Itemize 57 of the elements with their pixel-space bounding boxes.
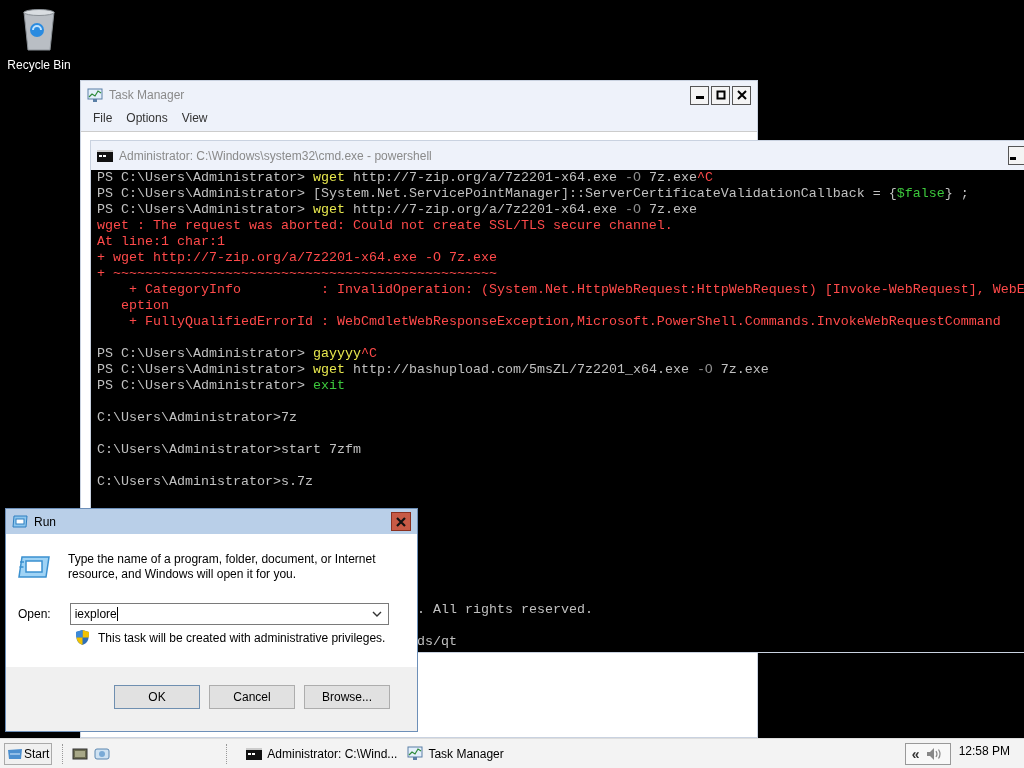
maximize-icon (715, 90, 726, 100)
dialog-message: Type the name of a program, folder, document, or Internet resource, and Windows will open it for you. (68, 552, 377, 582)
minimize-button[interactable] (690, 85, 709, 105)
console-line: eption (120, 298, 169, 313)
taskbar-button[interactable]: Task Manager (403, 741, 508, 766)
console-line: PS C:\Users\Administrator> wget http://7-zip.org/a/7z2201-x64.exe -O 7z.exe^C (97, 170, 713, 185)
console-line: C:\Users\Administrator>start 7zfm (97, 442, 361, 457)
menu-item[interactable]: File (93, 111, 113, 127)
server-icon[interactable] (72, 746, 89, 761)
console-line: At line:1 char:1 (97, 234, 225, 249)
taskbar-button[interactable]: Administrator: C:\Wind... (242, 741, 402, 766)
console-icon (97, 149, 113, 162)
clock[interactable]: 12:58 PM (958, 743, 1010, 758)
start-icon (7, 747, 23, 760)
dialog-button[interactable]: OK (114, 685, 200, 709)
close-icon (736, 90, 747, 100)
caret-icon[interactable] (372, 611, 382, 617)
console-line: wget : The request was aborted: Could not create SSL/TLS secure channel. (97, 218, 673, 233)
recycle-bin-icon[interactable] (21, 8, 57, 52)
monitor-chart-icon (407, 746, 424, 761)
shield-icon (75, 629, 90, 646)
speaker-icon[interactable] (925, 746, 944, 761)
run-icon (18, 556, 50, 578)
console-line: PS C:\Users\Administrator> wget http://bashupload.com/5msZL/7z2201_x64.exe -O 7z.exe (97, 362, 769, 377)
window-title: Administrator: C:\Windows\system32\cmd.exe - powershell (119, 148, 432, 163)
monitor-chart-icon (87, 87, 103, 103)
console-line: C:\Users\Administrator>7z (97, 410, 297, 425)
close-button[interactable] (732, 85, 751, 105)
open-combo-box[interactable]: iexplore (69, 603, 389, 625)
console-line: PS C:\Users\Administrator> gayyyy^C (97, 346, 377, 361)
dialog-button[interactable]: Cancel (209, 685, 295, 709)
console-line: + wget http://7-zip.org/a/7z2201-x64.exe -O 7z.exe (97, 250, 497, 265)
menu-item[interactable]: Options (126, 111, 168, 127)
console-line: . All rights reserved. (416, 602, 593, 617)
dialog-button[interactable]: Browse... (304, 685, 390, 709)
minimize-icon (1010, 157, 1016, 160)
maximize-button[interactable] (711, 85, 730, 105)
console-line: C:\Users\Administrator>s.7z (97, 474, 313, 489)
console-icon (246, 747, 263, 760)
admin-note: This task will be created with administrative privileges. (98, 630, 386, 645)
start-button[interactable]: Start (4, 742, 53, 765)
field-label: Open: (18, 607, 51, 621)
run-icon (12, 515, 28, 528)
menu-item[interactable]: View (181, 111, 208, 127)
close-icon (396, 516, 406, 527)
window-title: Task Manager (109, 88, 185, 102)
desktop-icon-label: Recycle Bin (7, 58, 71, 72)
console-line: + ~~~~~~~~~~~~~~~~~~~~~~~~~~~~~~~~~~~~~~~~~~~~~~~~ (97, 266, 497, 281)
console-line: ds/qt (416, 634, 457, 649)
show-hidden-icons-button[interactable]: « (911, 745, 920, 762)
console-line: PS C:\Users\Administrator> [System.Net.ServicePointManager]::ServerCertificateValidationCallback = {$false} ; (97, 186, 969, 201)
console-line: + FullyQualifiedErrorId : WebCmdletWebResponseException,Microsoft.PowerShell.Commands.InvokeWebRequestCommand (128, 314, 1001, 329)
minimize-button[interactable] (1008, 146, 1024, 165)
console-line: PS C:\Users\Administrator> wget http://7-zip.org/a/7z2201-x64.exe -O 7z.exe (97, 202, 697, 217)
console-line: PS C:\Users\Administrator> exit (97, 378, 345, 393)
window-title: Run (34, 514, 56, 529)
console-line: + CategoryInfo : InvalidOperation: (System.Net.HttpWebRequest:HttpWebRequest) [Invoke-WebRequest], WebE (128, 282, 1024, 297)
